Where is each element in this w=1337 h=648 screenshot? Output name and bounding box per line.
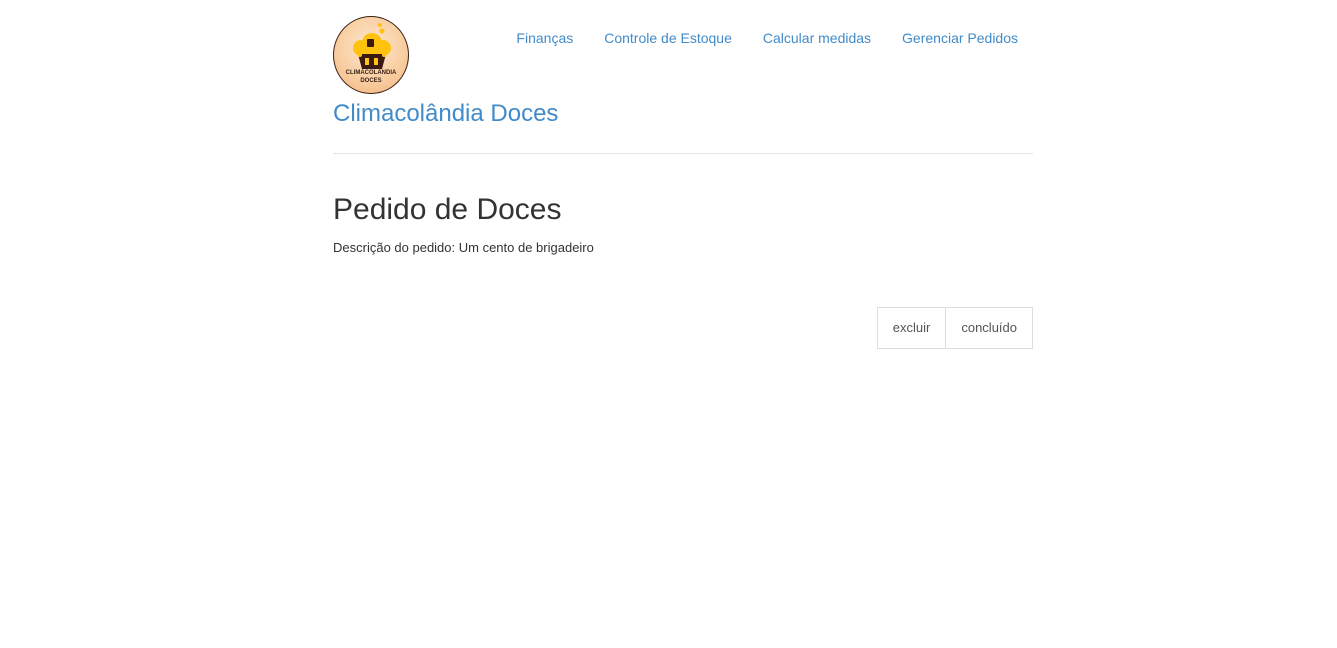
complete-button[interactable]: concluído [945, 307, 1033, 349]
logo-text-line2: DOCES [360, 78, 382, 84]
nav-item-financas[interactable]: Finanças [500, 29, 588, 47]
brand-title-link[interactable]: Climacolândia Doces [333, 99, 558, 129]
nav-item-controle-estoque[interactable]: Controle de Estoque [588, 29, 747, 47]
header-divider [333, 153, 1033, 154]
brand-logo[interactable]: CLIMACOLÂNDIA DOCES [333, 16, 409, 94]
nav-item-gerenciar-pedidos[interactable]: Gerenciar Pedidos [886, 29, 1033, 47]
page-title: Pedido de Doces [333, 193, 562, 226]
logo-text-line1: CLIMACOLÂNDIA [345, 70, 397, 76]
order-description: Descrição do pedido: Um cento de brigade… [333, 240, 594, 255]
order-actions: excluir concluído [876, 307, 1033, 349]
delete-button[interactable]: excluir [876, 307, 947, 349]
top-nav: Finanças Controle de Estoque Calcular me… [500, 29, 1033, 47]
page-container: CLIMACOLÂNDIA DOCES Finanças Controle de… [333, 0, 1033, 648]
nav-item-calcular-medidas[interactable]: Calcular medidas [747, 29, 886, 47]
